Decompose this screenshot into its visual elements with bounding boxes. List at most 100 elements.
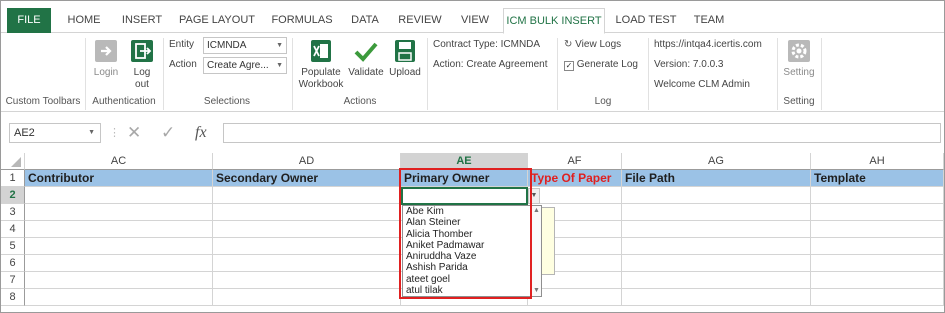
grid-cell[interactable] [811, 187, 944, 204]
grid-cell[interactable] [25, 272, 213, 289]
setting-button[interactable]: Setting [780, 38, 818, 79]
grid-cell[interactable] [622, 238, 811, 255]
grid-cell[interactable] [622, 221, 811, 238]
grid-cell[interactable] [213, 272, 401, 289]
populate-workbook-button[interactable]: Populate Workbook [295, 38, 347, 91]
grid-cell[interactable] [213, 255, 401, 272]
header-cell-template[interactable]: Template [811, 170, 944, 187]
grid-cell[interactable] [811, 272, 944, 289]
tab-data[interactable]: DATA [345, 8, 385, 33]
grid-cell[interactable] [213, 289, 401, 306]
dropdown-scrollbar[interactable]: ▲ ▼ [531, 206, 541, 296]
logout-button[interactable]: Log out [125, 38, 159, 91]
server-url-text: https://intqa4.icertis.com [654, 39, 762, 50]
tab-view[interactable]: VIEW [455, 8, 495, 33]
view-logs-label: View Logs [575, 39, 622, 50]
tab-review[interactable]: REVIEW [395, 8, 445, 33]
grid-cell[interactable] [25, 238, 213, 255]
grid-cell[interactable] [811, 204, 944, 221]
grid-cell[interactable] [528, 187, 622, 204]
logout-icon [131, 40, 153, 62]
row-header-4[interactable]: 4 [1, 221, 25, 238]
grid-cell[interactable] [213, 204, 401, 221]
grid-cell[interactable] [622, 204, 811, 221]
upload-button[interactable]: Upload [387, 38, 423, 79]
generate-log-label: Generate Log [576, 59, 638, 70]
select-all-corner[interactable] [1, 153, 25, 170]
grid-cell[interactable] [25, 187, 213, 204]
chevron-down-icon: ▼ [88, 129, 95, 136]
row-header-8[interactable]: 8 [1, 289, 25, 306]
grid-cell[interactable] [811, 221, 944, 238]
tab-load-test[interactable]: LOAD TEST [613, 8, 679, 33]
grid-cell[interactable] [213, 221, 401, 238]
enter-icon[interactable]: ✓ [161, 123, 175, 143]
cancel-icon[interactable]: ✕ [127, 123, 141, 143]
grid-cell[interactable] [811, 255, 944, 272]
name-box[interactable]: AE2 ▼ [9, 123, 101, 143]
save-upload-icon [395, 40, 415, 62]
row-header-1[interactable]: 1 [1, 170, 25, 187]
grid-cell[interactable] [811, 238, 944, 255]
grid-cell[interactable] [213, 187, 401, 204]
column-header-ac[interactable]: AC [25, 153, 213, 170]
action-select[interactable]: Create Agre... ▼ [203, 57, 287, 74]
excel-window: FILE HOME INSERT PAGE LAYOUT FORMULAS DA… [0, 0, 945, 313]
grid-cell[interactable] [213, 238, 401, 255]
column-header-ag[interactable]: AG [622, 153, 811, 170]
tab-page-layout[interactable]: PAGE LAYOUT [175, 8, 259, 33]
row-header-5[interactable]: 5 [1, 238, 25, 255]
group-separator [557, 38, 558, 110]
formula-input[interactable] [223, 123, 941, 143]
grid-cell[interactable] [622, 272, 811, 289]
grid-cell[interactable] [528, 289, 622, 306]
grid-cell[interactable] [622, 289, 811, 306]
tab-home[interactable]: HOME [59, 8, 109, 33]
scroll-down-icon[interactable]: ▼ [532, 286, 541, 296]
row-header-7[interactable]: 7 [1, 272, 25, 289]
header-cell-type-of-paper[interactable]: Type Of Paper [528, 170, 622, 187]
setting-label: Setting [783, 67, 815, 78]
grid-cell[interactable] [622, 187, 811, 204]
column-header-ah[interactable]: AH [811, 153, 944, 170]
populate-label-line2: Workbook [298, 79, 344, 90]
login-icon [95, 40, 117, 62]
worksheet-grid: AC AD AE AF AG AH 1 2 3 4 5 6 7 8 Contri… [1, 153, 944, 312]
grid-cell[interactable] [622, 255, 811, 272]
tab-team[interactable]: TEAM [687, 8, 731, 33]
row-header-2[interactable]: 2 [1, 187, 25, 204]
grid-cell[interactable] [25, 221, 213, 238]
view-logs-icon: ↻ [564, 39, 573, 50]
action-select-value: Create Agre... [207, 60, 269, 71]
row-header-3[interactable]: 3 [1, 204, 25, 221]
grid-cell[interactable] [25, 204, 213, 221]
login-button[interactable]: Login [89, 38, 123, 79]
entity-select[interactable]: ICMNDA ▼ [203, 37, 287, 54]
column-header-af[interactable]: AF [528, 153, 622, 170]
header-cell-contributor[interactable]: Contributor [25, 170, 213, 187]
tab-insert[interactable]: INSERT [117, 8, 167, 33]
gear-icon [788, 40, 810, 62]
grid-cell[interactable] [811, 289, 944, 306]
scroll-up-icon[interactable]: ▲ [532, 206, 541, 216]
column-header-ad[interactable]: AD [213, 153, 401, 170]
header-cell-file-path[interactable]: File Path [622, 170, 811, 187]
tab-formulas[interactable]: FORMULAS [267, 8, 337, 33]
grid-cell[interactable] [25, 289, 213, 306]
row-header-6[interactable]: 6 [1, 255, 25, 272]
insert-function-icon[interactable]: fx [195, 123, 207, 143]
logout-label-line2: out [135, 79, 149, 90]
grid-cell[interactable] [25, 255, 213, 272]
group-label-setting: Setting [783, 96, 815, 107]
group-label-selections: Selections [203, 96, 251, 107]
tab-file[interactable]: FILE [7, 8, 51, 33]
view-logs-button[interactable]: ↻ View Logs [564, 39, 621, 50]
populate-label-line1: Populate [301, 67, 341, 78]
highlight-annotation-box [399, 168, 532, 299]
header-cell-secondary-owner[interactable]: Secondary Owner [213, 170, 401, 187]
group-separator [777, 38, 778, 110]
generate-log-checkbox[interactable]: ✓ Generate Log [564, 59, 638, 71]
group-label-custom-toolbars: Custom Toolbars [5, 96, 81, 107]
tab-icm-bulk-insert[interactable]: ICM BULK INSERT [503, 8, 605, 34]
validate-button[interactable]: Validate [347, 38, 385, 79]
